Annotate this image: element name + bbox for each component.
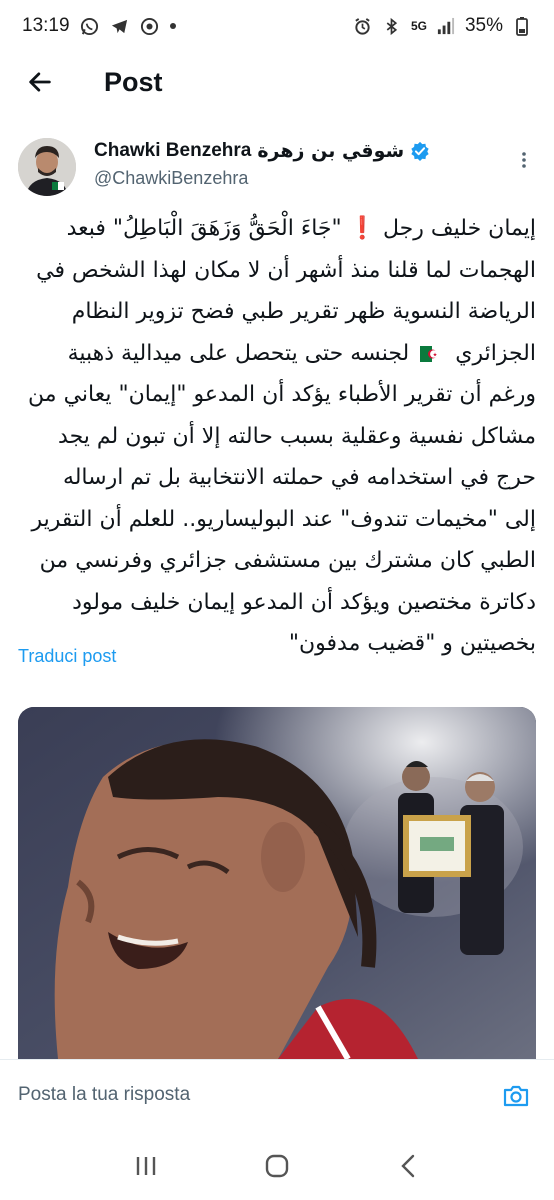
status-right: 5G 35% (353, 15, 532, 37)
verified-badge-icon (411, 141, 429, 161)
back-arrow-icon (29, 72, 51, 92)
chrome-icon (140, 16, 160, 36)
post-image-illustration (18, 707, 536, 1059)
post-line: مشاكل نفسية وعقلية بسبب حالته إلا أن تبو… (58, 423, 536, 449)
post-line: دكاترة مختصين ويؤكد أن المدعو إيمان خليف… (72, 589, 536, 615)
post-line: إيمان خليف رجل ❗ "جَاءَ الْحَقُّ وَزَهَق… (66, 216, 536, 241)
author-name-line[interactable]: Chawki Benzehra شوقي بن زهرة (94, 140, 430, 162)
home-icon (265, 1154, 289, 1177)
post-line: الرياضة النسوية ظهر تقرير طبي فضح تزوير … (71, 299, 536, 324)
algeria-flag-icon (420, 345, 445, 362)
bluetooth-icon (382, 16, 402, 36)
post-line: حرج في استخدامه في حملته الانتخابية بل ت… (62, 465, 536, 490)
system-nav-bar (0, 1131, 554, 1200)
post-body: إيمان خليف رجل ❗ "جَاءَ الْحَقُّ وَزَهَق… (18, 208, 536, 665)
status-time: 13:19 (22, 15, 70, 36)
home-button[interactable] (257, 1146, 297, 1186)
more-dots-icon (522, 152, 526, 168)
post-line: ورغم أن تقرير الأطباء يؤكد أن المدعو "إي… (28, 382, 536, 407)
post-image[interactable] (18, 707, 536, 1059)
back-nav-button[interactable] (388, 1146, 428, 1186)
author-handle[interactable]: @ChawkiBenzehra (94, 168, 248, 189)
more-options-button[interactable] (510, 146, 538, 174)
telegram-icon (110, 16, 130, 36)
status-bar: 13:19 5G 35% (0, 0, 554, 52)
camera-icon (503, 1085, 529, 1107)
back-button[interactable] (12, 54, 68, 110)
post-line-with-flag: الجزائري لجنسه حتى يتحصل على ميدالية ذهب… (18, 333, 536, 375)
recent-apps-button[interactable] (126, 1146, 166, 1186)
status-left: 13:19 (22, 15, 176, 37)
post-line: الطبي كان مشترك بين مستشفى جزائري وفرنسي… (39, 548, 536, 573)
reply-bar: Posta la tua risposta (0, 1059, 554, 1132)
post-line-part: لجنسه حتى يتحصل على ميدالية ذهبية (67, 340, 410, 366)
recent-apps-icon (136, 1156, 155, 1175)
post-line: الهجمات لما قلنا منذ أشهر أن لا مكان لهذ… (36, 257, 536, 283)
translate-post-link[interactable]: Traduci post (18, 646, 116, 667)
post-line-part: الجزائري (455, 340, 536, 366)
notification-dot-icon (169, 23, 176, 29)
battery-level: 35% (464, 15, 503, 36)
chevron-left-icon (401, 1154, 415, 1177)
signal-icon (436, 16, 456, 36)
author-display-name[interactable]: Chawki Benzehra (94, 140, 251, 162)
alarm-icon (353, 16, 373, 36)
post-author: Chawki Benzehra شوقي بن زهرة @ChawkiBenz… (18, 136, 538, 196)
author-display-name-arabic[interactable]: شوقي بن زهرة (257, 140, 404, 162)
reply-input[interactable]: Posta la tua risposta (18, 1084, 190, 1106)
camera-button[interactable] (498, 1078, 534, 1114)
network-type: 5G (410, 19, 427, 33)
post-line: إلى "مخيمات تندوف" عند البوليساريو.. للع… (31, 506, 536, 532)
avatar[interactable] (18, 138, 76, 196)
header: Post (0, 52, 554, 112)
page-title: Post (104, 66, 163, 97)
whatsapp-icon (80, 16, 100, 36)
battery-icon (512, 16, 532, 36)
